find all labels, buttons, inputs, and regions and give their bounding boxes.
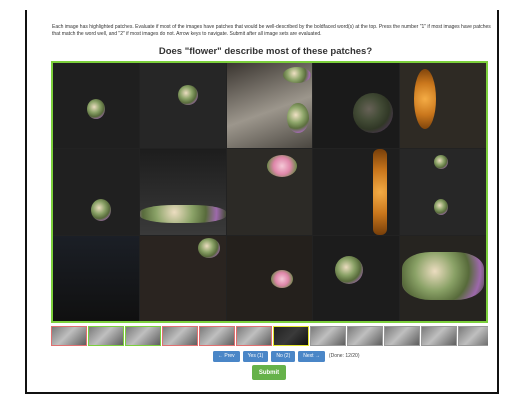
image-tile [313, 149, 400, 235]
image-tile [313, 235, 400, 321]
image-set-thumbnail[interactable] [458, 326, 488, 346]
highlighted-patch [434, 155, 449, 170]
highlighted-patch [434, 199, 449, 216]
image-grid [51, 61, 488, 323]
image-set-thumbnail[interactable] [51, 326, 87, 346]
image-tile [53, 235, 139, 321]
submit-button[interactable]: Submit [252, 365, 286, 380]
image-tile [53, 149, 139, 235]
highlighted-patch [373, 149, 388, 235]
next-button[interactable]: Next → [298, 350, 325, 362]
image-set-thumbnail[interactable] [384, 326, 420, 346]
highlighted-patch [139, 205, 226, 224]
image-set-thumbnail[interactable] [125, 326, 161, 346]
highlighted-patch [177, 85, 198, 105]
highlighted-patch [197, 237, 220, 258]
image-tile [53, 63, 139, 149]
image-set-thumbnail[interactable] [310, 326, 346, 346]
highlighted-patch [353, 93, 394, 133]
image-tile [400, 149, 486, 235]
current-image-set-thumbnail[interactable] [273, 326, 309, 346]
image-set-thumbnail[interactable] [421, 326, 457, 346]
progress-status: (Done: 12/20) [328, 353, 360, 359]
image-tile [400, 63, 486, 149]
instructions-text: Each image has highlighted patches. Eval… [52, 24, 491, 37]
image-tile [139, 235, 226, 321]
image-tile [226, 63, 313, 149]
highlighted-patch [414, 69, 437, 129]
highlighted-patch [270, 269, 293, 288]
image-set-thumbnail-strip [51, 326, 488, 346]
yes-button[interactable]: Yes (1) [242, 350, 269, 362]
prev-button[interactable]: ← Prev [213, 350, 240, 362]
highlighted-patch [402, 251, 485, 300]
image-tile [313, 63, 400, 149]
highlighted-patch [87, 99, 105, 119]
image-tile [226, 149, 313, 235]
highlighted-patch [282, 67, 311, 83]
image-tile [139, 149, 226, 235]
image-set-thumbnail[interactable] [88, 326, 124, 346]
image-tile [226, 235, 313, 321]
highlighted-patch [286, 103, 309, 133]
navigation-bar: ← Prev Yes (1) No (2) Next → (Done: 12/2… [213, 350, 360, 362]
highlighted-patch [266, 155, 297, 178]
image-set-thumbnail[interactable] [236, 326, 272, 346]
no-button[interactable]: No (2) [271, 350, 296, 362]
image-set-thumbnail[interactable] [162, 326, 198, 346]
image-set-thumbnail[interactable] [347, 326, 383, 346]
image-tile [139, 63, 226, 149]
highlighted-patch [335, 255, 364, 284]
image-tile [400, 235, 486, 321]
image-set-thumbnail[interactable] [199, 326, 235, 346]
highlighted-patch [91, 199, 111, 222]
question-heading: Does "flower" describe most of these pat… [158, 46, 373, 57]
